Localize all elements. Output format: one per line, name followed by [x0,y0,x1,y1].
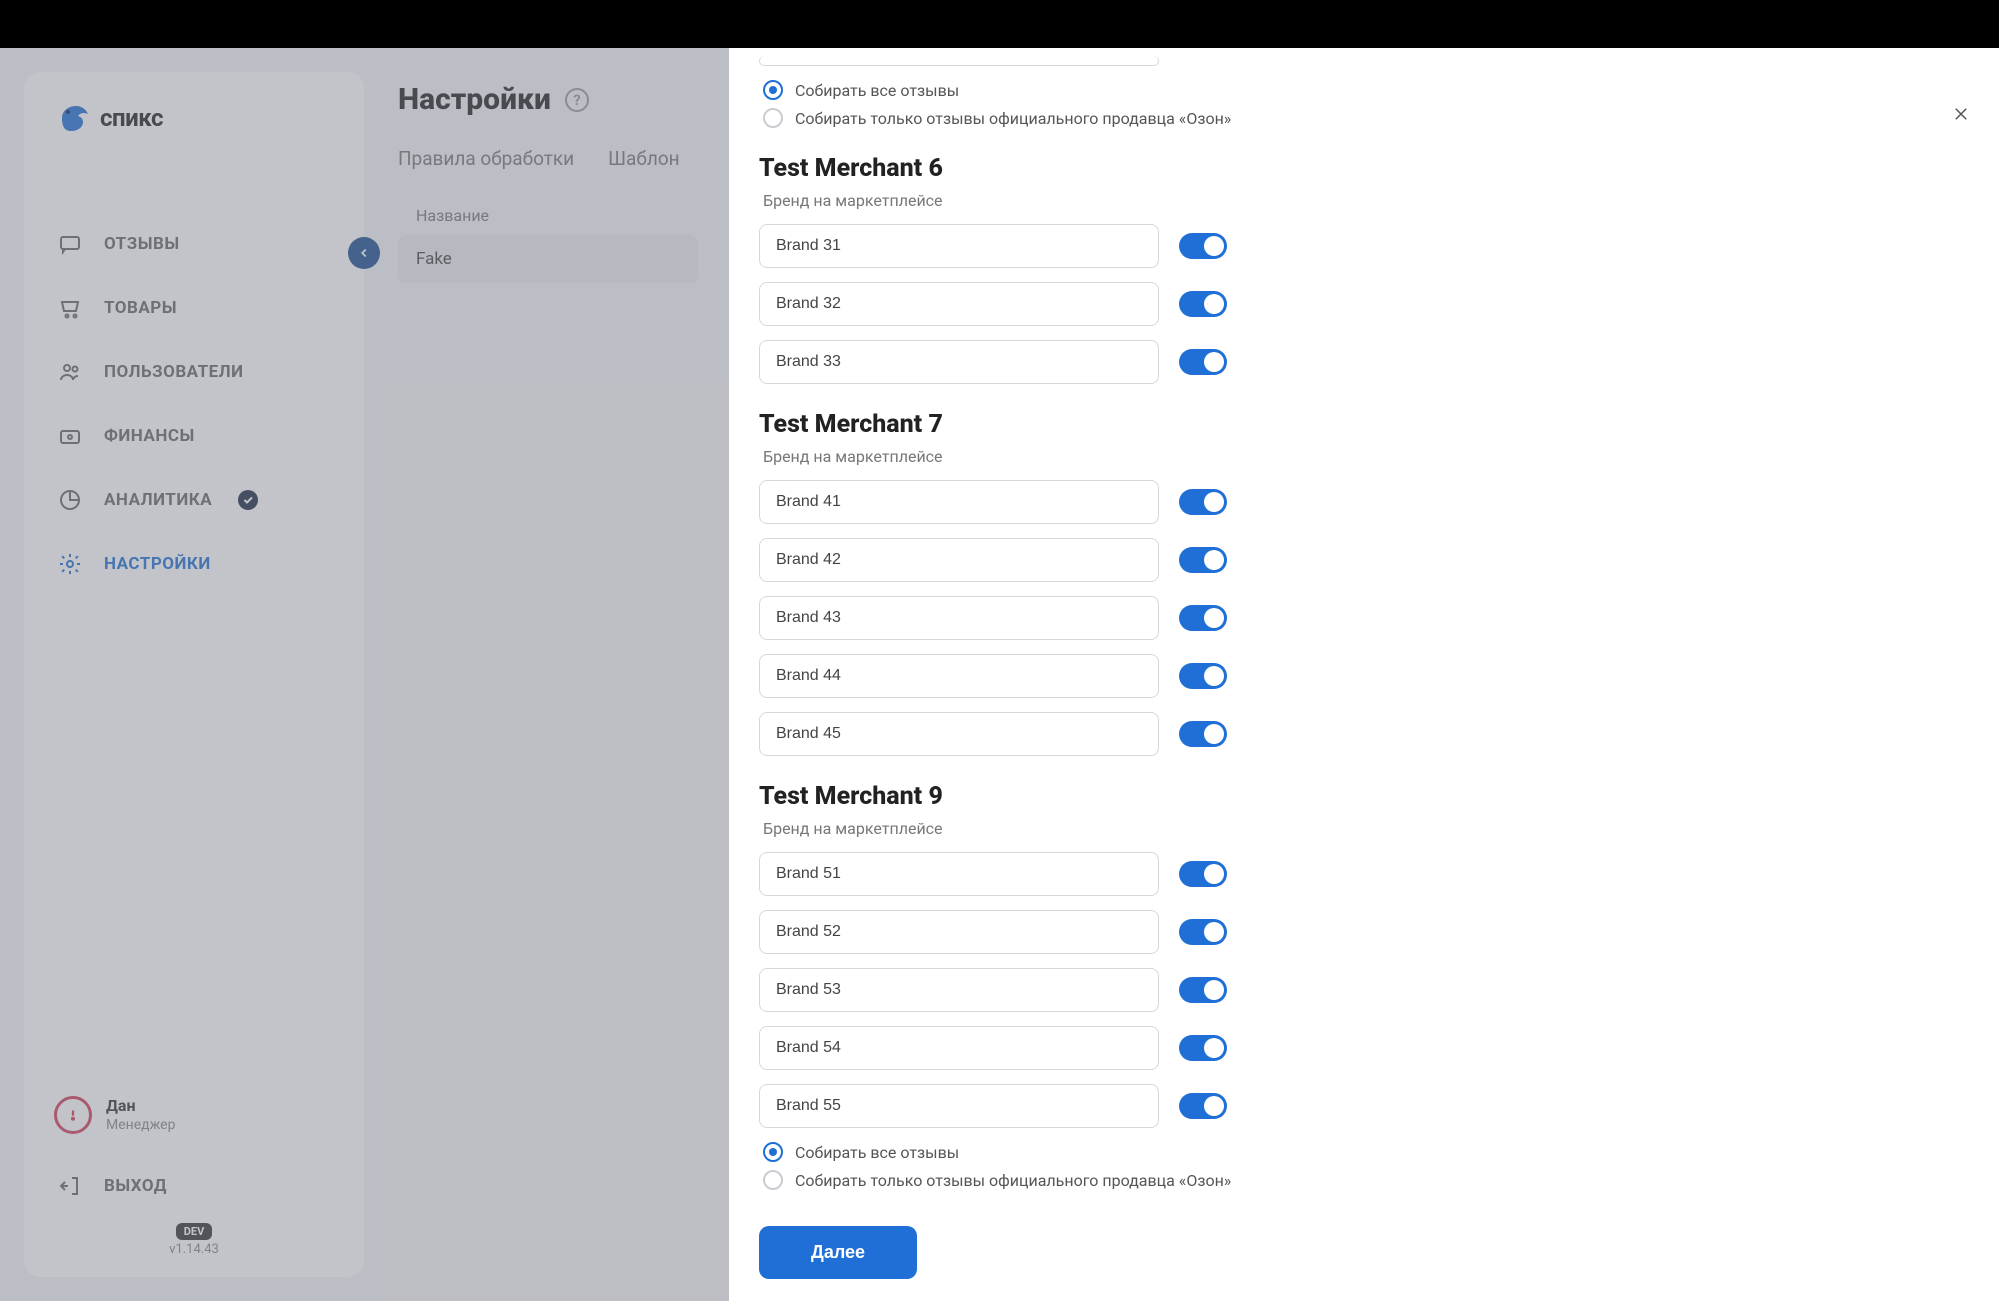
brand-input[interactable] [759,340,1159,384]
brand-toggle[interactable] [1179,1093,1227,1119]
window-titlebar [0,0,1999,48]
side-panel: Собирать все отзывы Собирать только отзы… [729,48,1999,1301]
merchant-title: Test Merchant 6 [759,154,1969,183]
brand-toggle[interactable] [1179,861,1227,887]
brand-input[interactable] [759,1026,1159,1070]
brand-toggle[interactable] [1179,291,1227,317]
brand-input[interactable] [759,910,1159,954]
brand-row-truncated [759,56,1969,66]
brand-input[interactable] [759,538,1159,582]
brand-toggle[interactable] [1179,489,1227,515]
brand-input[interactable] [759,480,1159,524]
close-button[interactable] [1947,100,1975,128]
radio-label-official: Собирать только отзывы официального прод… [795,109,1231,128]
brand-input[interactable] [759,852,1159,896]
brand-input[interactable] [759,596,1159,640]
brand-toggle[interactable] [1179,605,1227,631]
next-button[interactable]: Далее [759,1226,917,1279]
brand-toggle[interactable] [1179,919,1227,945]
radio-collect-official[interactable] [763,1170,783,1190]
brand-toggle[interactable] [1179,233,1227,259]
brand-toggle[interactable] [1179,977,1227,1003]
brand-input[interactable] [759,968,1159,1012]
radio-collect-all[interactable] [763,80,783,100]
brand-input[interactable] [759,654,1159,698]
radio-label-official: Собирать только отзывы официального прод… [795,1171,1231,1190]
merchant-title: Test Merchant 9 [759,782,1969,811]
brand-toggle[interactable] [1179,721,1227,747]
merchant-title: Test Merchant 7 [759,410,1969,439]
brand-toggle[interactable] [1179,547,1227,573]
brand-toggle[interactable] [1179,663,1227,689]
merchant-sub: Бренд на маркетплейсе [763,191,1969,210]
merchant-sub: Бренд на маркетплейсе [763,447,1969,466]
brand-input[interactable] [759,224,1159,268]
brand-input[interactable] [759,282,1159,326]
radio-label-all: Собирать все отзывы [795,81,959,100]
brand-input[interactable] [759,712,1159,756]
radio-label-all: Собирать все отзывы [795,1143,959,1162]
radio-collect-all[interactable] [763,1142,783,1162]
brand-toggle[interactable] [1179,349,1227,375]
radio-collect-official[interactable] [763,108,783,128]
merchant-sub: Бренд на маркетплейсе [763,819,1969,838]
brand-input[interactable] [759,56,1159,66]
brand-input[interactable] [759,1084,1159,1128]
brand-toggle[interactable] [1179,1035,1227,1061]
